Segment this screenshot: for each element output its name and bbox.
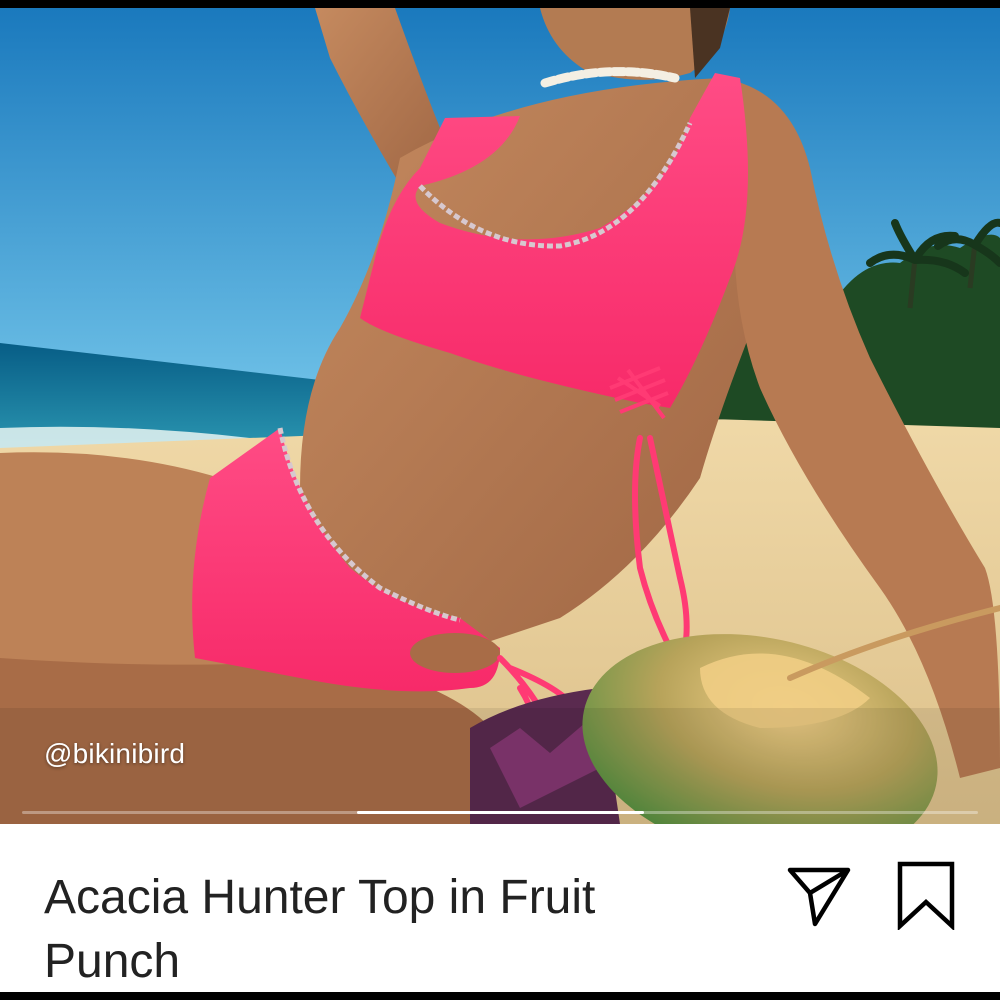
carousel-progress-track	[22, 811, 978, 814]
product-title[interactable]: Acacia Hunter Top in Fruit Punch	[44, 866, 744, 994]
bottom-edge	[0, 992, 1000, 1000]
bookmark-icon	[897, 861, 955, 932]
send-icon	[787, 867, 851, 927]
screen: @bikinibird Acacia Hunter Top in Fruit P…	[0, 0, 1000, 1000]
save-button[interactable]	[894, 860, 958, 932]
carousel-progress-indicator	[357, 811, 644, 814]
product-photo[interactable]: @bikinibird	[0, 8, 1000, 824]
photo-credit[interactable]: @bikinibird	[44, 738, 185, 770]
share-button[interactable]	[786, 862, 852, 928]
product-footer: Acacia Hunter Top in Fruit Punch	[0, 824, 1000, 992]
beach-photo-image	[0, 8, 1000, 824]
